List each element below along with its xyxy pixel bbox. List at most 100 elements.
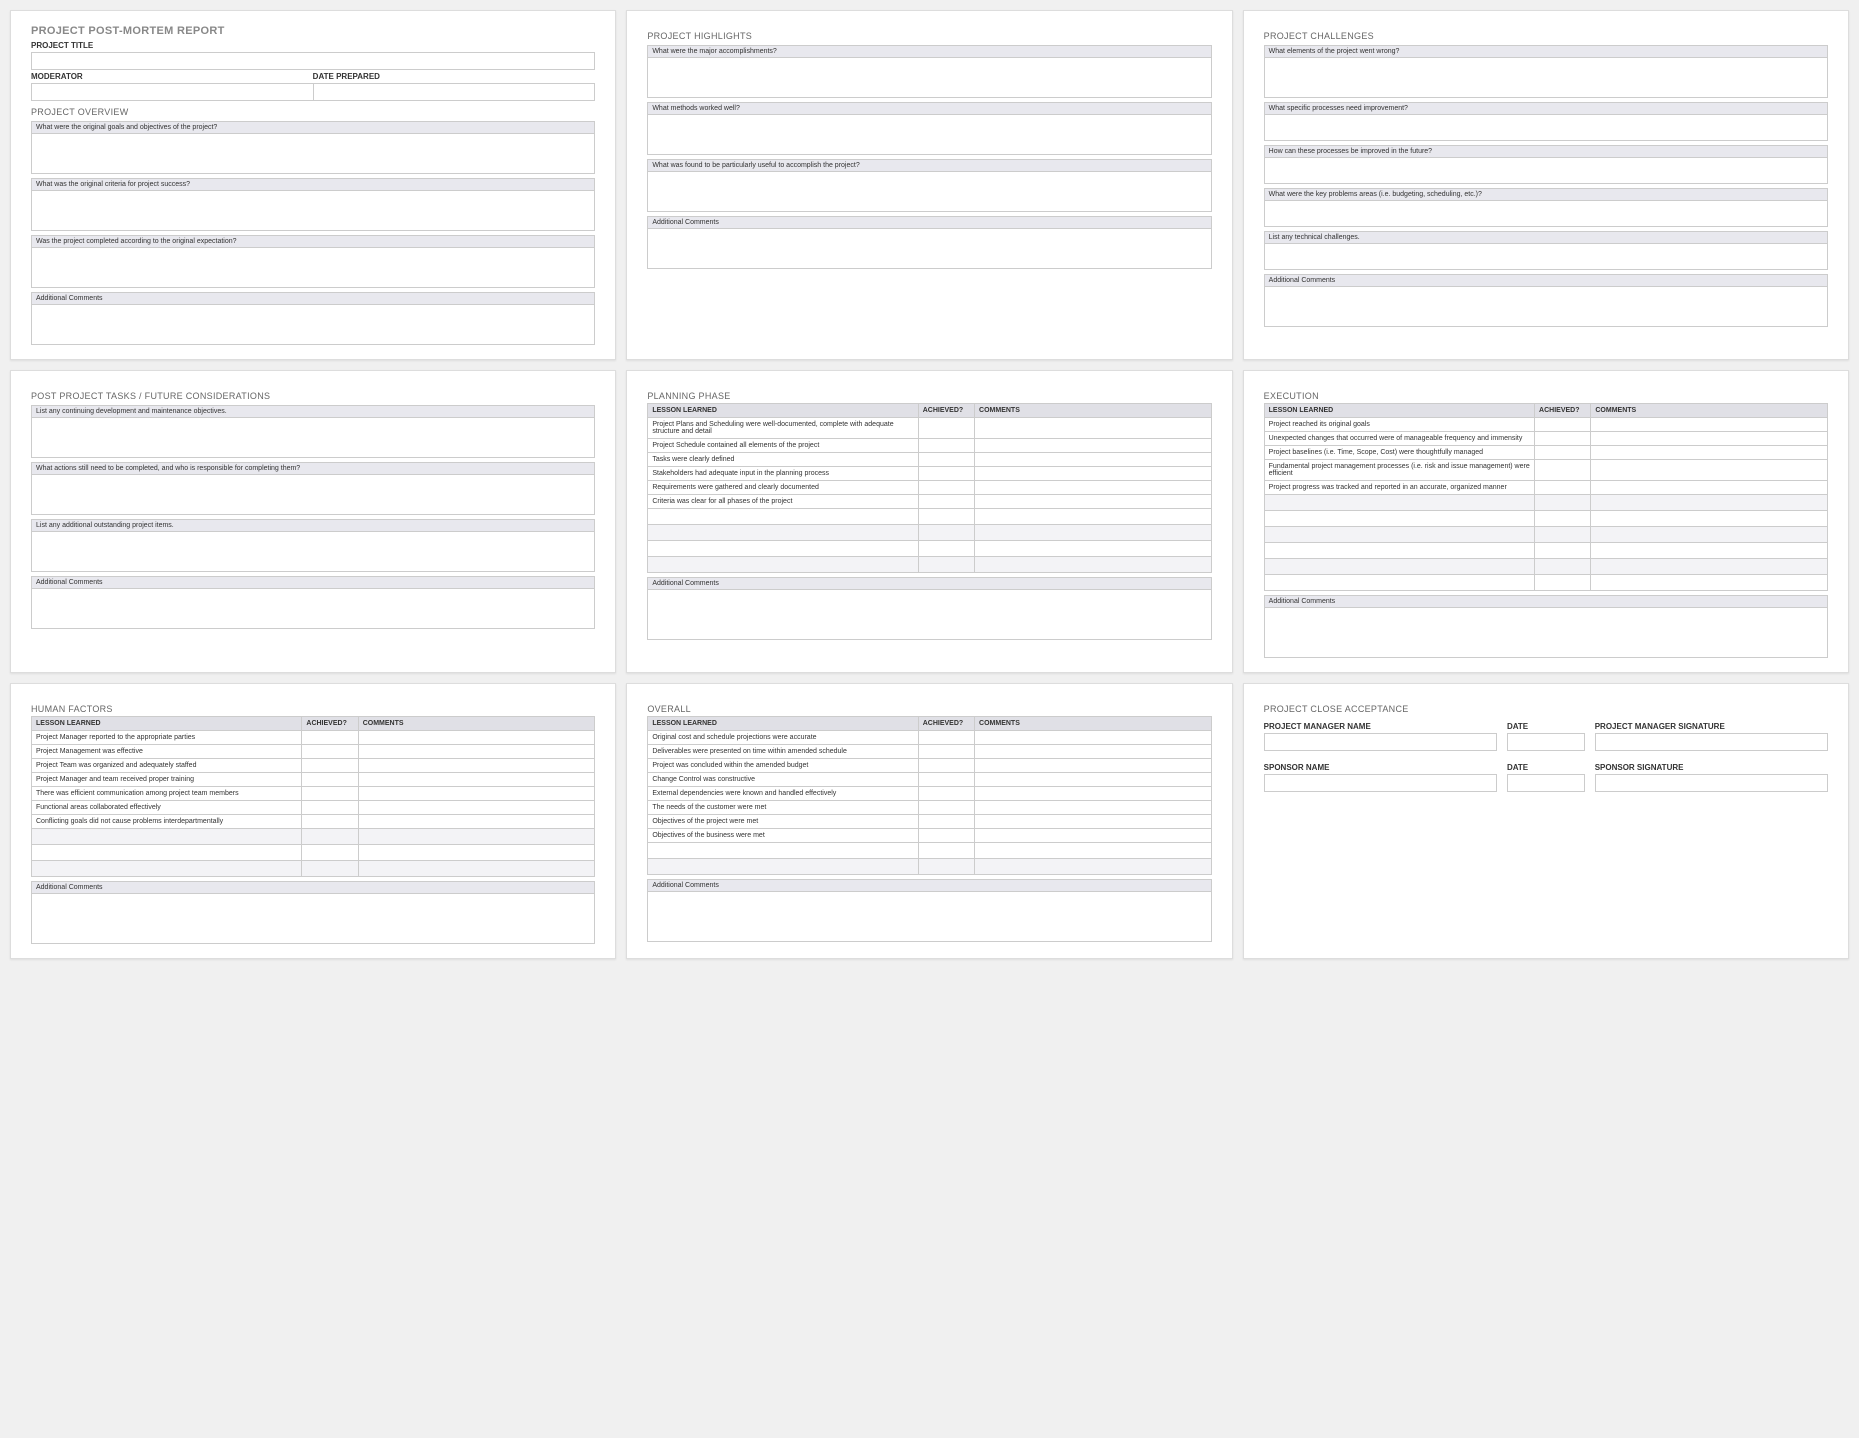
- achieved-cell[interactable]: [302, 759, 358, 773]
- pm-sig-input[interactable]: [1595, 733, 1828, 751]
- comments-cell[interactable]: [358, 773, 595, 787]
- project-title-input[interactable]: [31, 52, 595, 70]
- achieved-cell[interactable]: [302, 731, 358, 745]
- comments-cell[interactable]: [358, 829, 595, 845]
- comments-cell[interactable]: [358, 731, 595, 745]
- comments-cell[interactable]: [975, 731, 1212, 745]
- comments-cell[interactable]: [975, 439, 1212, 453]
- comments-cell[interactable]: [358, 759, 595, 773]
- challenges-q5-body[interactable]: [1264, 244, 1828, 270]
- achieved-cell[interactable]: [1535, 511, 1591, 527]
- achieved-cell[interactable]: [918, 745, 974, 759]
- highlights-q1-body[interactable]: [647, 58, 1211, 98]
- post-project-addl-body[interactable]: [31, 589, 595, 629]
- achieved-cell[interactable]: [918, 759, 974, 773]
- sp-date-input[interactable]: [1507, 774, 1585, 792]
- achieved-cell[interactable]: [918, 843, 974, 859]
- comments-cell[interactable]: [1591, 527, 1828, 543]
- achieved-cell[interactable]: [918, 481, 974, 495]
- comments-cell[interactable]: [1591, 511, 1828, 527]
- comments-cell[interactable]: [358, 861, 595, 877]
- highlights-addl-body[interactable]: [647, 229, 1211, 269]
- achieved-cell[interactable]: [1535, 543, 1591, 559]
- challenges-q3-body[interactable]: [1264, 158, 1828, 184]
- achieved-cell[interactable]: [1535, 460, 1591, 481]
- achieved-cell[interactable]: [1535, 418, 1591, 432]
- comments-cell[interactable]: [975, 759, 1212, 773]
- achieved-cell[interactable]: [918, 829, 974, 843]
- comments-cell[interactable]: [358, 787, 595, 801]
- overview-q1-body[interactable]: [31, 134, 595, 174]
- achieved-cell[interactable]: [1535, 495, 1591, 511]
- achieved-cell[interactable]: [918, 773, 974, 787]
- comments-cell[interactable]: [975, 453, 1212, 467]
- achieved-cell[interactable]: [918, 787, 974, 801]
- comments-cell[interactable]: [975, 495, 1212, 509]
- comments-cell[interactable]: [1591, 432, 1828, 446]
- comments-cell[interactable]: [975, 815, 1212, 829]
- achieved-cell[interactable]: [918, 541, 974, 557]
- achieved-cell[interactable]: [918, 801, 974, 815]
- comments-cell[interactable]: [975, 801, 1212, 815]
- challenges-q1-body[interactable]: [1264, 58, 1828, 98]
- achieved-cell[interactable]: [1535, 575, 1591, 591]
- comments-cell[interactable]: [975, 745, 1212, 759]
- moderator-input[interactable]: [31, 83, 314, 101]
- achieved-cell[interactable]: [918, 467, 974, 481]
- comments-cell[interactable]: [975, 773, 1212, 787]
- comments-cell[interactable]: [975, 525, 1212, 541]
- sp-name-input[interactable]: [1264, 774, 1497, 792]
- comments-cell[interactable]: [975, 557, 1212, 573]
- achieved-cell[interactable]: [302, 745, 358, 759]
- achieved-cell[interactable]: [918, 525, 974, 541]
- comments-cell[interactable]: [1591, 543, 1828, 559]
- comments-cell[interactable]: [975, 859, 1212, 875]
- challenges-q4-body[interactable]: [1264, 201, 1828, 227]
- planning-addl-body[interactable]: [647, 590, 1211, 640]
- comments-cell[interactable]: [975, 541, 1212, 557]
- achieved-cell[interactable]: [918, 815, 974, 829]
- achieved-cell[interactable]: [302, 801, 358, 815]
- human-addl-body[interactable]: [31, 894, 595, 944]
- comments-cell[interactable]: [1591, 481, 1828, 495]
- comments-cell[interactable]: [358, 815, 595, 829]
- achieved-cell[interactable]: [1535, 481, 1591, 495]
- achieved-cell[interactable]: [302, 787, 358, 801]
- challenges-q2-body[interactable]: [1264, 115, 1828, 141]
- execution-addl-body[interactable]: [1264, 608, 1828, 658]
- achieved-cell[interactable]: [918, 859, 974, 875]
- achieved-cell[interactable]: [302, 829, 358, 845]
- achieved-cell[interactable]: [302, 815, 358, 829]
- comments-cell[interactable]: [975, 787, 1212, 801]
- comments-cell[interactable]: [1591, 495, 1828, 511]
- achieved-cell[interactable]: [1535, 527, 1591, 543]
- achieved-cell[interactable]: [1535, 432, 1591, 446]
- highlights-q2-body[interactable]: [647, 115, 1211, 155]
- post-project-q3-body[interactable]: [31, 532, 595, 572]
- achieved-cell[interactable]: [1535, 446, 1591, 460]
- comments-cell[interactable]: [975, 829, 1212, 843]
- achieved-cell[interactable]: [302, 845, 358, 861]
- achieved-cell[interactable]: [918, 495, 974, 509]
- post-project-q1-body[interactable]: [31, 418, 595, 458]
- challenges-addl-body[interactable]: [1264, 287, 1828, 327]
- sp-sig-input[interactable]: [1595, 774, 1828, 792]
- overview-q2-body[interactable]: [31, 191, 595, 231]
- achieved-cell[interactable]: [302, 773, 358, 787]
- comments-cell[interactable]: [1591, 460, 1828, 481]
- comments-cell[interactable]: [975, 481, 1212, 495]
- comments-cell[interactable]: [975, 418, 1212, 439]
- achieved-cell[interactable]: [918, 439, 974, 453]
- achieved-cell[interactable]: [918, 453, 974, 467]
- achieved-cell[interactable]: [918, 509, 974, 525]
- comments-cell[interactable]: [1591, 575, 1828, 591]
- comments-cell[interactable]: [358, 801, 595, 815]
- comments-cell[interactable]: [1591, 559, 1828, 575]
- highlights-q3-body[interactable]: [647, 172, 1211, 212]
- comments-cell[interactable]: [1591, 418, 1828, 432]
- comments-cell[interactable]: [358, 845, 595, 861]
- pm-date-input[interactable]: [1507, 733, 1585, 751]
- comments-cell[interactable]: [975, 843, 1212, 859]
- overall-addl-body[interactable]: [647, 892, 1211, 942]
- achieved-cell[interactable]: [302, 861, 358, 877]
